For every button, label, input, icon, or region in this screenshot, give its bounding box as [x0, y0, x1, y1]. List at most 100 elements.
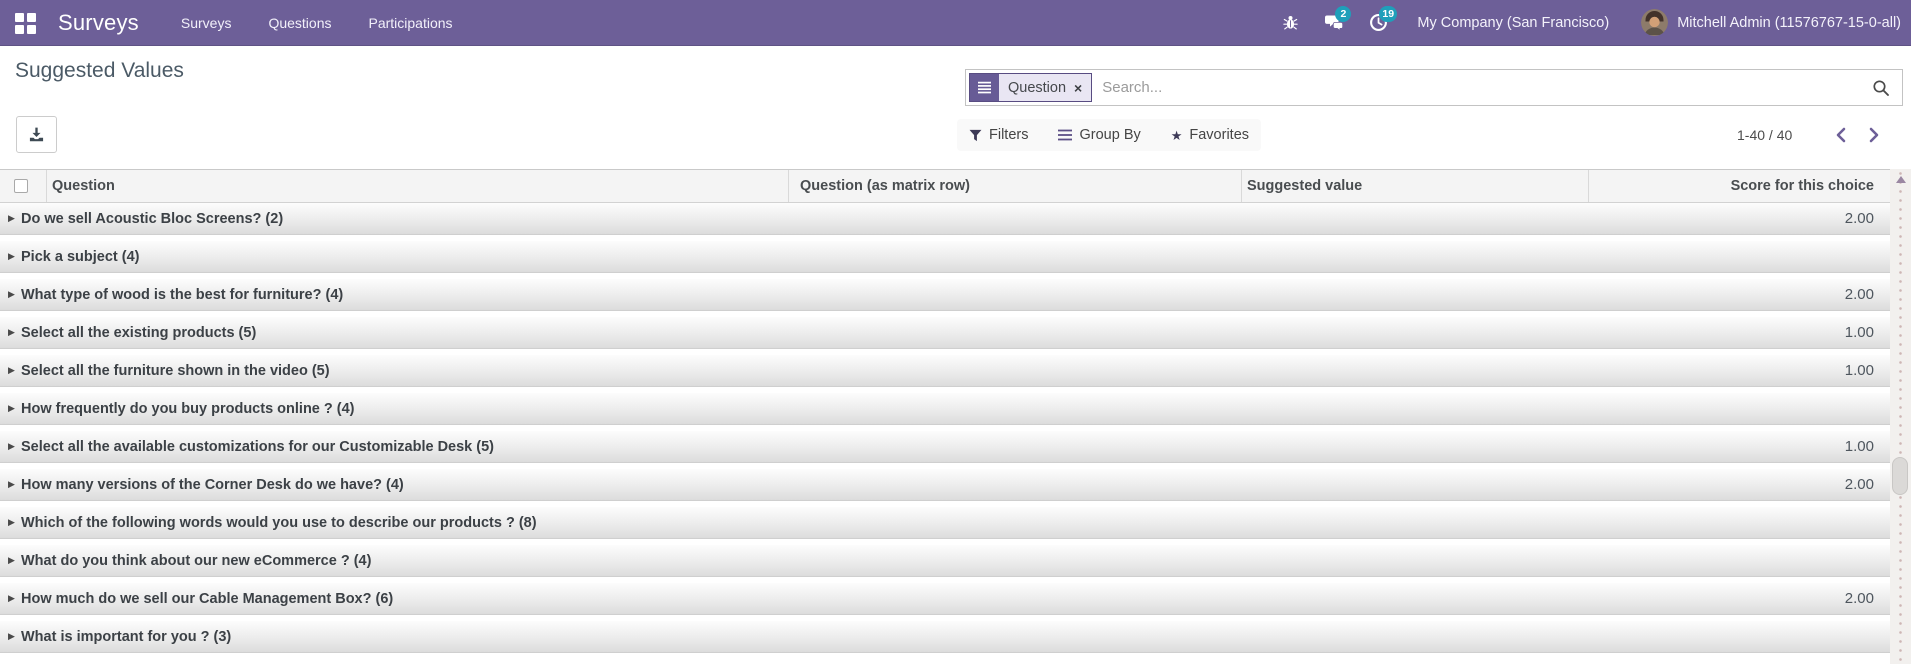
- download-icon: [29, 127, 44, 142]
- caret-right-icon: ▶: [8, 441, 15, 451]
- favorites-label: Favorites: [1189, 127, 1250, 143]
- group-row-score: 1.00: [1844, 438, 1874, 455]
- scroll-up-icon[interactable]: [1895, 176, 1906, 183]
- table-row[interactable]: ▶ Do we sell Acoustic Bloc Screens? (2) …: [0, 203, 1890, 235]
- group-by-facet-icon: [970, 74, 999, 101]
- caret-right-icon: ▶: [8, 593, 15, 603]
- table-row[interactable]: ▶ Select all the available customization…: [0, 431, 1890, 463]
- group-row-label: Which of the following words would you u…: [21, 514, 537, 531]
- column-header-matrix-row[interactable]: Question (as matrix row): [800, 178, 970, 194]
- group-row-label: What type of wood is the best for furnit…: [21, 286, 344, 303]
- search-bar: Question ×: [965, 69, 1903, 106]
- group-row-score: 1.00: [1844, 324, 1874, 341]
- messages-icon[interactable]: 2: [1323, 5, 1352, 34]
- select-all-checkbox[interactable]: [14, 179, 28, 193]
- export-button[interactable]: [16, 116, 57, 153]
- caret-right-icon: ▶: [8, 327, 15, 337]
- group-row-label: Pick a subject (4): [21, 248, 140, 265]
- funnel-icon: [969, 129, 982, 141]
- vertical-scrollbar[interactable]: [1890, 169, 1911, 664]
- navbar-left: Surveys Surveys Questions Participations: [0, 10, 490, 36]
- column-divider: [1588, 170, 1589, 202]
- column-divider: [46, 170, 47, 202]
- search-icon[interactable]: [1872, 79, 1890, 97]
- group-by-icon: [1058, 129, 1073, 141]
- group-row-label: Select all the furniture shown in the vi…: [21, 362, 330, 379]
- group-row-score: 2.00: [1844, 476, 1874, 493]
- nav-item-participations[interactable]: Participations: [369, 15, 453, 31]
- nav-item-surveys[interactable]: Surveys: [181, 15, 232, 31]
- top-navbar: Surveys Surveys Questions Participations: [0, 0, 1911, 46]
- column-header-question[interactable]: Question: [52, 178, 115, 194]
- user-avatar: [1641, 9, 1669, 36]
- facet-value: Question ×: [999, 74, 1092, 101]
- group-by-button[interactable]: Group By: [1058, 127, 1141, 143]
- table-row[interactable]: ▶ How many versions of the Corner Desk d…: [0, 469, 1890, 501]
- caret-right-icon: ▶: [8, 479, 15, 489]
- page-title: Suggested Values: [15, 59, 184, 82]
- messages-badge: 2: [1335, 5, 1352, 22]
- pager-range[interactable]: 1-40 / 40: [1737, 127, 1792, 143]
- favorites-button[interactable]: ★ Favorites: [1171, 127, 1249, 143]
- nav-item-questions[interactable]: Questions: [268, 15, 331, 31]
- user-menu[interactable]: Mitchell Admin (11576767-15-0-all): [1641, 9, 1901, 36]
- group-row-label: What do you think about our new eCommerc…: [21, 552, 372, 569]
- facet-remove-icon[interactable]: ×: [1074, 80, 1082, 96]
- search-options-bar: Filters Group By ★ Favorites: [957, 119, 1262, 151]
- group-row-label: How many versions of the Corner Desk do …: [21, 476, 404, 493]
- caret-right-icon: ▶: [8, 365, 15, 375]
- column-divider: [788, 170, 789, 202]
- column-divider: [1241, 170, 1242, 202]
- filters-label: Filters: [989, 127, 1029, 143]
- table-row[interactable]: ▶ How frequently do you buy products onl…: [0, 393, 1890, 425]
- apps-menu-icon[interactable]: [15, 12, 39, 34]
- table-row[interactable]: ▶ Select all the existing products (5) 1…: [0, 317, 1890, 349]
- group-row-label: Select all the existing products (5): [21, 324, 257, 341]
- activity-badge: 19: [1379, 5, 1398, 22]
- group-row-label: How much do we sell our Cable Management…: [21, 590, 394, 607]
- app-brand[interactable]: Surveys: [58, 10, 139, 36]
- caret-right-icon: ▶: [8, 251, 15, 261]
- surveys-app-window: Surveys Surveys Questions Participations: [0, 0, 1911, 664]
- debug-bug-icon[interactable]: [1279, 12, 1301, 34]
- group-row-score: 2.00: [1844, 210, 1874, 227]
- table-row[interactable]: ▶ What type of wood is the best for furn…: [0, 279, 1890, 311]
- scrollbar-thumb[interactable]: [1892, 457, 1908, 495]
- group-by-label: Group By: [1079, 127, 1141, 143]
- group-row-score: 2.00: [1844, 590, 1874, 607]
- company-switcher[interactable]: My Company (San Francisco): [1417, 15, 1609, 31]
- table-row[interactable]: ▶ Which of the following words would you…: [0, 507, 1890, 539]
- navbar-right: 2 19 My Company (San Francisco) Mitchell…: [1257, 5, 1911, 36]
- star-icon: ★: [1170, 127, 1183, 143]
- caret-right-icon: ▶: [8, 213, 15, 223]
- caret-right-icon: ▶: [8, 403, 15, 413]
- group-row-label: Select all the available customizations …: [21, 438, 494, 455]
- table-header: Question Question (as matrix row) Sugges…: [0, 169, 1890, 203]
- group-row-score: 1.00: [1844, 362, 1874, 379]
- table-row[interactable]: ▶ Select all the furniture shown in the …: [0, 355, 1890, 387]
- caret-right-icon: ▶: [8, 517, 15, 527]
- table-row[interactable]: ▶ What do you think about our new eComme…: [0, 545, 1890, 577]
- column-header-score[interactable]: Score for this choice: [1731, 178, 1874, 194]
- caret-right-icon: ▶: [8, 289, 15, 299]
- search-facet-question: Question ×: [969, 73, 1093, 102]
- search-input[interactable]: [1092, 79, 1872, 96]
- pager-next-icon[interactable]: [1864, 125, 1884, 145]
- user-name-label: Mitchell Admin (11576767-15-0-all): [1677, 14, 1901, 31]
- table-row[interactable]: ▶ How much do we sell our Cable Manageme…: [0, 583, 1890, 615]
- group-row-label: What is important for you ? (3): [21, 628, 232, 645]
- caret-right-icon: ▶: [8, 555, 15, 565]
- filters-button[interactable]: Filters: [969, 127, 1028, 143]
- pager-previous-icon[interactable]: [1830, 125, 1850, 145]
- caret-right-icon: ▶: [8, 631, 15, 641]
- group-row-label: How frequently do you buy products onlin…: [21, 400, 355, 417]
- activity-clock-icon[interactable]: 19: [1367, 5, 1398, 34]
- column-header-suggested-value[interactable]: Suggested value: [1247, 178, 1362, 194]
- table-row[interactable]: ▶ What is important for you ? (3): [0, 621, 1890, 653]
- pager: 1-40 / 40: [1737, 119, 1884, 151]
- group-row-score: 2.00: [1844, 286, 1874, 303]
- group-row-label: Do we sell Acoustic Bloc Screens? (2): [21, 210, 284, 227]
- table-row[interactable]: ▶ Pick a subject (4): [0, 241, 1890, 273]
- table-body: ▶ Do we sell Acoustic Bloc Screens? (2) …: [0, 203, 1890, 659]
- facet-label: Question: [1008, 79, 1067, 96]
